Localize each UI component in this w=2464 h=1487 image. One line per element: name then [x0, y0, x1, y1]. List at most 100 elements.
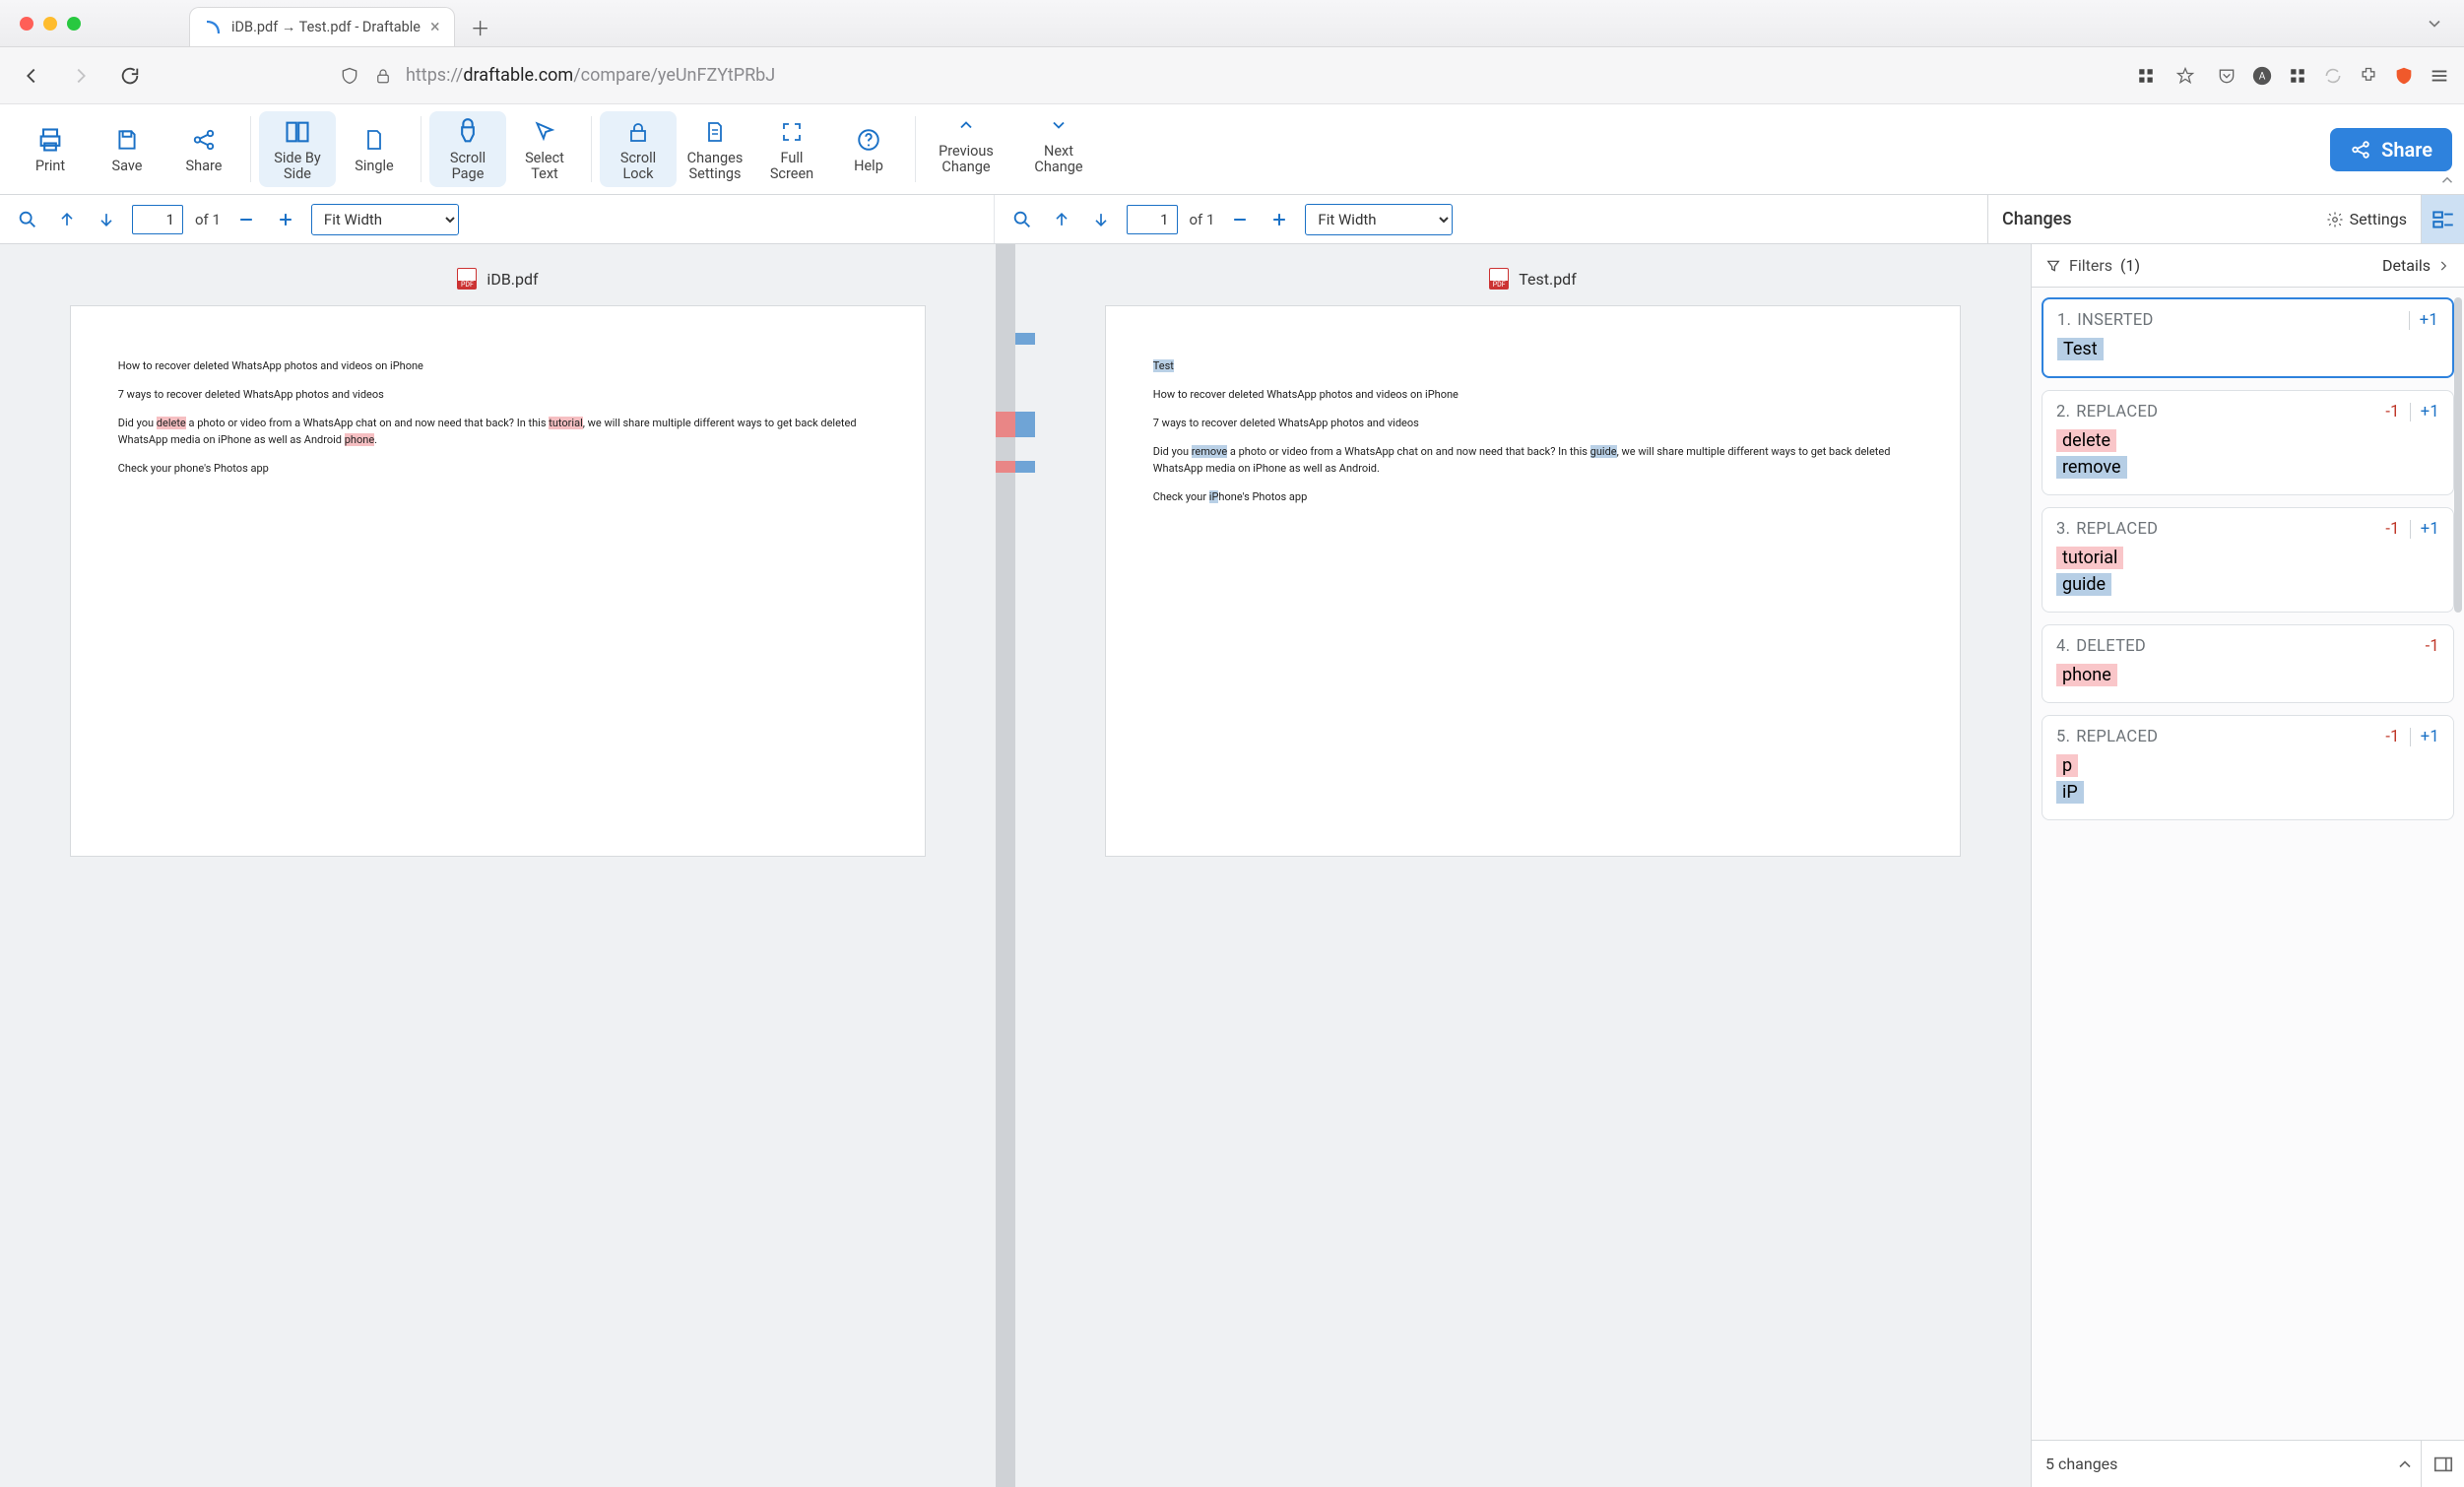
change-new-word: guide: [2056, 573, 2111, 596]
details-label: Details: [2382, 256, 2431, 275]
gutter-mark[interactable]: [1015, 333, 1035, 345]
previous-change-button[interactable]: Previous Change: [924, 104, 1008, 181]
single-button[interactable]: Single: [336, 119, 413, 180]
minimize-window-button[interactable]: [43, 17, 57, 31]
scroll-page-button[interactable]: Scroll Page: [429, 111, 506, 188]
page-of-right: of 1: [1190, 211, 1215, 228]
right-rail: [2421, 1440, 2464, 1487]
change-card[interactable]: 3. REPLACED -1+1 tutorialguide: [2042, 507, 2454, 613]
change-type: REPLACED: [2076, 520, 2158, 539]
change-index: 1.: [2057, 311, 2071, 330]
page-down-left-button[interactable]: [93, 206, 120, 233]
changes-scrollbar[interactable]: [2454, 297, 2462, 613]
print-button[interactable]: Print: [12, 119, 89, 180]
change-card[interactable]: 2. REPLACED -1+1 deleteremove: [2042, 390, 2454, 495]
gutter-mark[interactable]: [996, 412, 1015, 437]
new-tab-button[interactable]: ＋: [465, 11, 496, 42]
left-doc-pane[interactable]: iDB.pdf How to recover deleted WhatsApp …: [0, 244, 996, 1487]
lock-icon[interactable]: [372, 65, 394, 87]
apps-grid-icon[interactable]: [2287, 65, 2308, 87]
page-up-right-button[interactable]: [1048, 206, 1075, 233]
side-by-side-button[interactable]: Side By Side: [259, 111, 336, 188]
url-protocol: https://: [406, 65, 463, 86]
account-icon[interactable]: A: [2251, 65, 2273, 87]
brave-shield-icon[interactable]: [2393, 65, 2415, 87]
changes-settings-button[interactable]: Changes Settings: [677, 111, 753, 188]
help-button[interactable]: Help: [830, 119, 907, 180]
prev-change-footer[interactable]: [2395, 1455, 2415, 1474]
zoom-in-right-button[interactable]: [1265, 206, 1293, 233]
forward-button[interactable]: [63, 58, 98, 94]
reload-button[interactable]: [112, 58, 148, 94]
zoom-select-right[interactable]: Fit Width: [1305, 204, 1453, 235]
pdf-icon: [457, 268, 477, 290]
changes-settings-label: Settings: [2350, 210, 2407, 228]
changes-panel-toggle[interactable]: [2421, 195, 2464, 243]
close-tab-button[interactable]: ×: [430, 17, 440, 37]
browser-tab[interactable]: iDB.pdf → Test.pdf - Draftable ×: [189, 7, 455, 46]
right-doc-pane[interactable]: Test.pdf Test How to recover deleted Wha…: [1035, 244, 2031, 1487]
share-pill-button[interactable]: Share: [2330, 128, 2452, 171]
share-pill-label: Share: [2381, 138, 2432, 162]
right-p1: How to recover deleted WhatsApp photos a…: [1153, 386, 1913, 403]
diff-gutter[interactable]: [996, 244, 1035, 1487]
full-screen-button[interactable]: Full Screen: [753, 111, 830, 188]
changes-panel: Filters (1) Details 1. INSERTED +1 Test …: [2031, 244, 2464, 1487]
gutter-mark[interactable]: [1015, 461, 1035, 473]
back-button[interactable]: [14, 58, 49, 94]
plus-count: +1: [2410, 403, 2439, 421]
zoom-out-right-button[interactable]: [1226, 206, 1254, 233]
changes-settings-link[interactable]: Settings: [2326, 210, 2407, 228]
change-card[interactable]: 1. INSERTED +1 Test: [2042, 297, 2454, 378]
select-text-button[interactable]: Select Text: [506, 111, 583, 188]
minus-count: -1: [2385, 403, 2399, 421]
gutter-mark[interactable]: [996, 461, 1015, 473]
change-card[interactable]: 4. DELETED -1 phone: [2042, 624, 2454, 703]
right-ins-1: remove: [1192, 445, 1227, 458]
left-del-1: delete: [157, 417, 186, 429]
filters-label: Filters: [2069, 256, 2112, 275]
scroll-lock-button[interactable]: Scroll Lock: [600, 111, 677, 188]
tabs-dropdown-button[interactable]: [2425, 14, 2444, 33]
sync-icon[interactable]: [2322, 65, 2344, 87]
share-button[interactable]: Share: [165, 119, 242, 180]
right-ins-2: guide: [1590, 445, 1617, 458]
details-button[interactable]: Details: [2382, 256, 2450, 275]
layout-toggle-button[interactable]: [2428, 1449, 2459, 1480]
page-down-right-button[interactable]: [1087, 206, 1115, 233]
window-titlebar: iDB.pdf → Test.pdf - Draftable × ＋: [0, 0, 2464, 47]
collapse-toolbar-button[interactable]: [2438, 171, 2456, 189]
change-type: INSERTED: [2077, 311, 2153, 330]
bookmark-star-icon[interactable]: [2174, 65, 2196, 87]
page-input-left[interactable]: [132, 205, 183, 234]
changes-list[interactable]: 1. INSERTED +1 Test 2. REPLACED -1+1 del…: [2032, 288, 2464, 1440]
page-of-left: of 1: [195, 211, 221, 228]
maximize-window-button[interactable]: [67, 17, 81, 31]
zoom-select-left[interactable]: Fit Width: [311, 204, 459, 235]
url-domain: draftable.com: [463, 65, 573, 86]
change-type: DELETED: [2076, 637, 2146, 656]
extensions-icon[interactable]: [2358, 65, 2379, 87]
save-button[interactable]: Save: [89, 119, 165, 180]
zoom-in-left-button[interactable]: [272, 206, 299, 233]
filters-button[interactable]: Filters (1): [2045, 256, 2140, 275]
page-input-right[interactable]: [1127, 205, 1178, 234]
shield-icon[interactable]: [339, 65, 360, 87]
menu-button[interactable]: [2429, 65, 2450, 87]
left-p3: Did you delete a photo or video from a W…: [118, 415, 877, 448]
change-new-word: remove: [2056, 456, 2127, 479]
svg-text:A: A: [2259, 71, 2266, 82]
changes-count: 5 changes: [2045, 1455, 2117, 1473]
search-left-button[interactable]: [14, 206, 41, 233]
zoom-out-left-button[interactable]: [232, 206, 260, 233]
right-p2: 7 ways to recover deleted WhatsApp photo…: [1153, 415, 1913, 431]
page-up-left-button[interactable]: [53, 206, 81, 233]
gutter-mark[interactable]: [1015, 412, 1035, 437]
url-text[interactable]: https://draftable.com/compare/yeUnFZYtPR…: [406, 65, 775, 86]
next-change-button[interactable]: Next Change: [1016, 104, 1101, 181]
close-window-button[interactable]: [20, 17, 33, 31]
grid-apps-icon[interactable]: [2135, 65, 2157, 87]
change-card[interactable]: 5. REPLACED -1+1 piP: [2042, 715, 2454, 820]
pocket-icon[interactable]: [2216, 65, 2237, 87]
search-right-button[interactable]: [1008, 206, 1036, 233]
